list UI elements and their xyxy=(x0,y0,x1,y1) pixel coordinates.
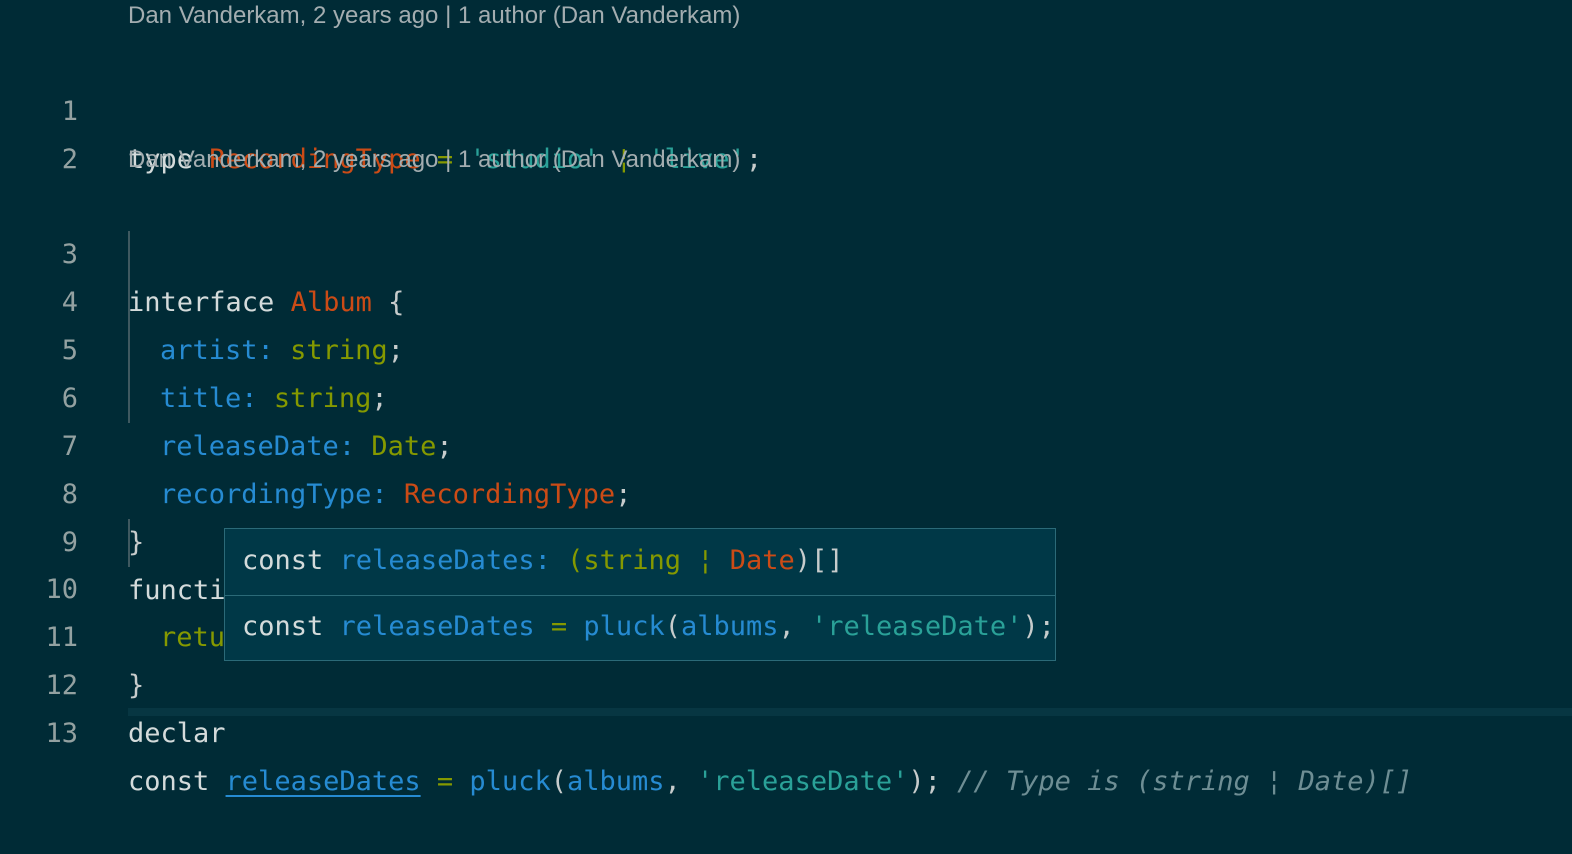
code-line-5[interactable]: 5 title: string; xyxy=(0,279,1572,414)
function-name: pluck xyxy=(583,611,665,642)
line-content: const releaseDates = pluck(albums, 'rele… xyxy=(128,758,1412,806)
punctuation: , xyxy=(664,766,698,797)
variable-name: albums xyxy=(680,611,779,642)
line-number: 13 xyxy=(45,718,78,749)
keyword: const xyxy=(128,766,210,797)
code-line-8[interactable]: 8 } xyxy=(0,423,1572,558)
hover-source-line: const releaseDates = pluck(albums, 'rele… xyxy=(242,595,1055,659)
operator: = xyxy=(436,766,454,797)
code-line-1[interactable]: 1 type RecordingType = 'studio' ¦ 'live'… xyxy=(0,40,1572,175)
code-line-13[interactable]: 13 const releaseDates = pluck(albums, 'r… xyxy=(0,662,1572,797)
operator: ¦ xyxy=(697,545,714,576)
hover-tooltip[interactable]: const releaseDates: (string ¦ Date)[] co… xyxy=(224,528,1056,661)
punctuation: ; xyxy=(745,144,763,175)
line-number: 2 xyxy=(61,144,78,175)
line-content: declar xyxy=(128,710,226,758)
type-name: Date xyxy=(729,545,795,576)
code-line-7[interactable]: 7 recordingType: RecordingType; xyxy=(0,375,1572,510)
punctuation: ( xyxy=(664,611,681,642)
code-editor[interactable]: Dan Vanderkam, 2 years ago | 1 author (D… xyxy=(0,0,1572,797)
punctuation: ); xyxy=(908,766,941,797)
punctuation: ); xyxy=(1022,611,1055,642)
string-literal: 'releaseDate' xyxy=(811,611,1023,642)
code-line-6[interactable]: 6 releaseDate: Date; xyxy=(0,327,1572,462)
variable-name: releaseDates xyxy=(339,545,535,576)
operator: = xyxy=(550,611,568,642)
code-line-3[interactable]: 3 interface Album { xyxy=(0,183,1572,318)
blame-annotation[interactable]: Dan Vanderkam, 2 years ago | 1 author (D… xyxy=(128,142,740,178)
colon: : xyxy=(534,545,551,576)
punctuation: ( xyxy=(550,766,567,797)
string-literal: 'releaseDate' xyxy=(697,766,909,797)
hover-type-signature: const releaseDates: (string ¦ Date)[] xyxy=(242,529,844,593)
line-highlight-strip xyxy=(128,708,1572,716)
punctuation: )[] xyxy=(794,545,844,576)
keyword: declar xyxy=(128,718,226,749)
builtin-type: string xyxy=(583,545,681,576)
keyword: const xyxy=(242,545,324,576)
variable-name: albums xyxy=(566,766,665,797)
blame-annotation[interactable]: Dan Vanderkam, 2 years ago | 1 author (D… xyxy=(128,0,740,34)
code-line-9[interactable]: 9 function pluck<T>(record: T[], key: ke… xyxy=(0,471,1572,606)
punctuation: , xyxy=(778,611,812,642)
comment: // Type is (string ¦ Date)[] xyxy=(957,766,1413,797)
punctuation: ( xyxy=(567,545,584,576)
function-name: pluck xyxy=(469,766,551,797)
keyword: const xyxy=(242,611,324,642)
variable-name: releaseDates xyxy=(339,611,535,642)
code-line-2[interactable]: 2 xyxy=(0,88,1572,175)
code-line-4[interactable]: 4 artist: string; xyxy=(0,231,1572,366)
hovered-identifier[interactable]: releaseDates xyxy=(226,766,421,797)
